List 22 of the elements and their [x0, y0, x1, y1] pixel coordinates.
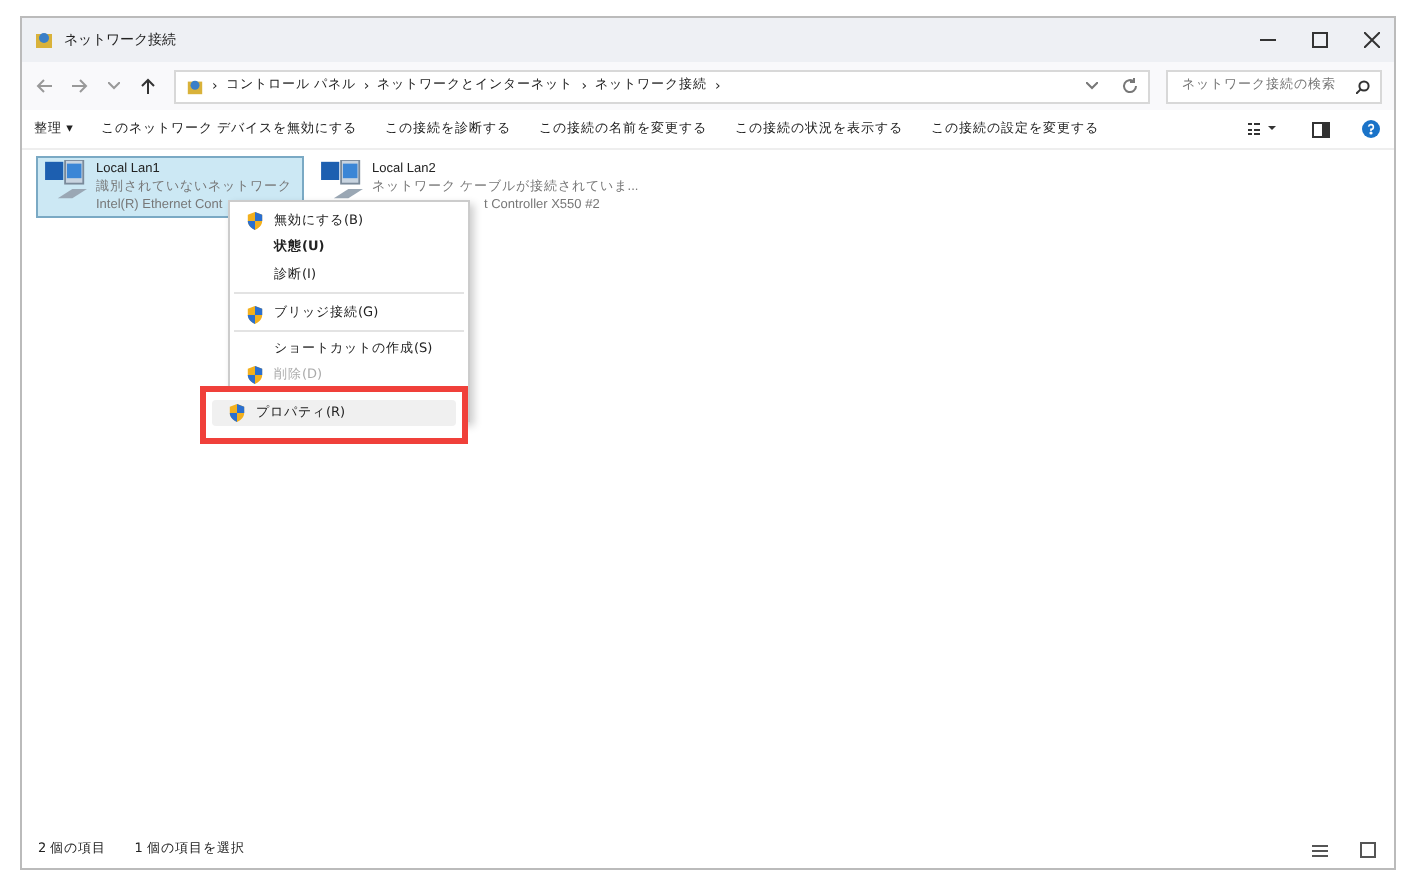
network-adapter-icon [44, 160, 88, 200]
network-folder-icon [34, 30, 54, 50]
network-folder-icon [186, 77, 204, 95]
shield-icon [246, 366, 264, 384]
view-options-button[interactable] [1246, 120, 1282, 138]
details-view-button[interactable] [1310, 841, 1330, 859]
shield-icon [246, 305, 264, 323]
search-icon [1356, 79, 1370, 93]
maximize-button[interactable] [1310, 30, 1330, 50]
help-icon[interactable] [1360, 118, 1382, 140]
network-adapter-icon [320, 160, 364, 200]
forward-button[interactable] [70, 76, 90, 96]
close-button[interactable] [1362, 30, 1382, 50]
shield-icon [228, 404, 246, 422]
recent-dropdown-button[interactable] [106, 80, 122, 92]
up-button[interactable] [138, 76, 158, 96]
refresh-icon[interactable] [1122, 78, 1138, 94]
preview-pane-button[interactable] [1310, 119, 1332, 139]
back-button[interactable] [34, 76, 54, 96]
shield-icon [246, 212, 264, 230]
tiles-view-button[interactable] [1358, 840, 1378, 860]
dropdown-icon[interactable] [1086, 82, 1098, 90]
